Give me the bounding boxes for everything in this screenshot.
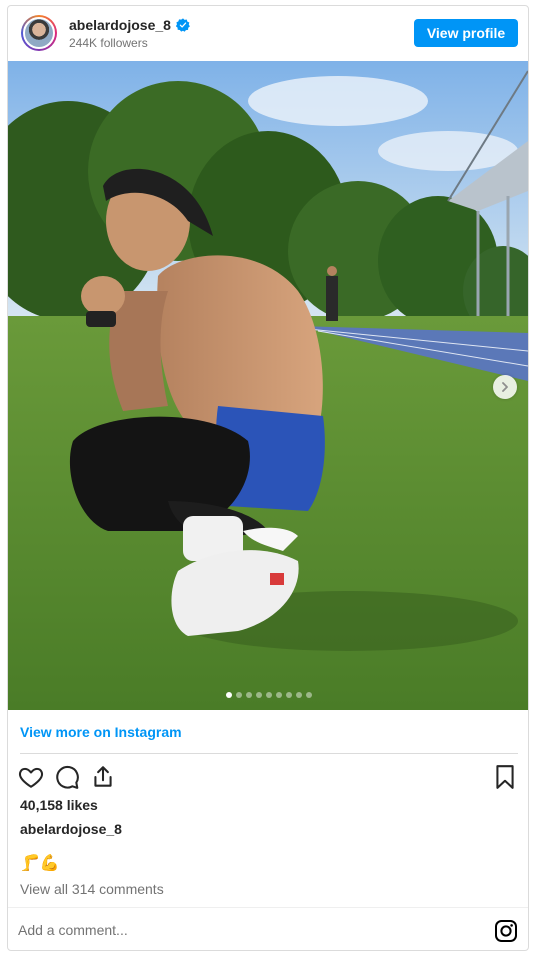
carousel-dot [276,692,282,698]
next-slide-button[interactable] [493,375,517,399]
instagram-icon[interactable] [494,919,518,943]
chevron-right-icon [502,382,508,392]
carousel-dot [306,692,312,698]
carousel-dot [256,692,262,698]
username-link[interactable]: abelardojose_8 [69,17,171,33]
caption-text: 🦵💪 [20,855,60,872]
heart-icon[interactable] [18,764,44,790]
photo-scene [8,61,528,710]
comment-icon[interactable] [54,764,80,790]
share-icon[interactable] [90,764,116,790]
username-row: abelardojose_8 [69,17,190,33]
view-profile-button[interactable]: View profile [414,19,518,47]
avatar-image [23,17,55,49]
carousel-dot [266,692,272,698]
carousel-dot [296,692,302,698]
post-header: abelardojose_8 244K followers View profi… [8,6,528,61]
like-count[interactable]: 40,158 likes [20,797,98,813]
carousel-dot [246,692,252,698]
comment-input[interactable] [18,920,438,940]
bookmark-icon[interactable] [492,764,518,790]
carousel-dot [236,692,242,698]
avatar[interactable] [21,15,57,51]
carousel-indicator [226,692,312,698]
follower-count: 244K followers [69,36,148,50]
view-all-comments-link[interactable]: View all 314 comments [20,881,164,897]
comment-bar [8,907,528,950]
post-photo[interactable] [8,61,528,710]
post-actions [18,764,518,790]
verified-badge-icon [175,18,190,32]
divider [20,753,518,754]
caption-username[interactable]: abelardojose_8 [20,821,122,837]
view-more-on-instagram-link[interactable]: View more on Instagram [20,724,182,740]
carousel-dot [286,692,292,698]
instagram-embed-card: abelardojose_8 244K followers View profi… [7,5,529,951]
carousel-dot [226,692,232,698]
